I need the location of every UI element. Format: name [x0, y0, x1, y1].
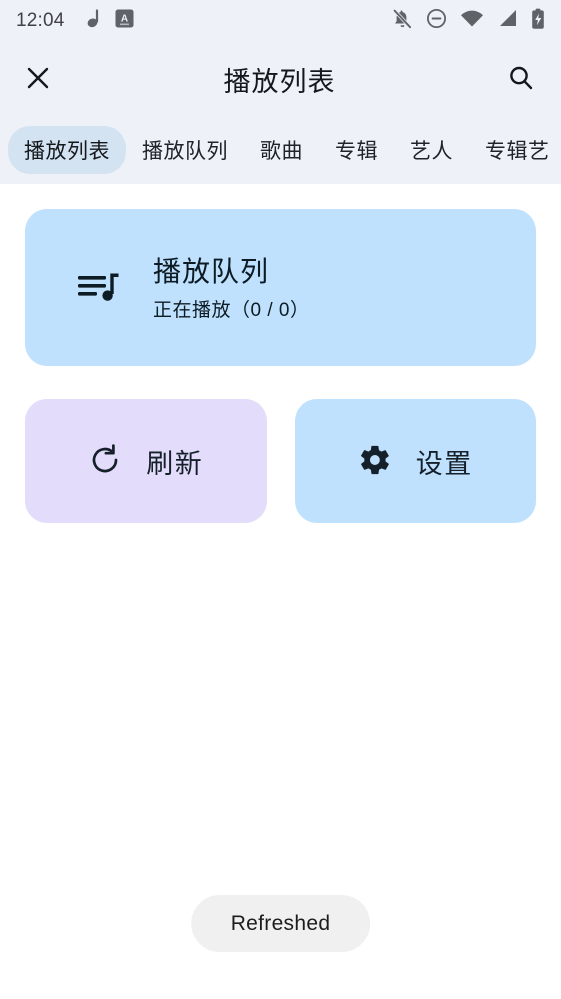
tab-album-artists[interactable]: 专辑艺 [469, 126, 561, 174]
tab-albums[interactable]: 专辑 [319, 126, 394, 174]
queue-card-title: 播放队列 [153, 255, 270, 287]
queue-card-subtitle: 正在播放（0 / 0） [153, 299, 310, 321]
tab-bar[interactable]: 播放列表 播放队列 歌曲 专辑 艺人 专辑艺 [0, 116, 561, 184]
toast: Refreshed [190, 895, 371, 952]
cell-signal-icon [497, 9, 518, 33]
search-icon [506, 63, 536, 96]
svg-text:A: A [120, 14, 127, 25]
app-badge-a-icon: A [115, 9, 134, 33]
queue-card-text: 播放队列 正在播放（0 / 0） [153, 254, 309, 322]
app-root: 12:04 A 播放列表 播放列表 播放队列 歌曲 专辑 艺人 专辑艺 播放队列… [0, 0, 561, 999]
status-right-icons [392, 8, 545, 35]
app-bar: 播放列表 [0, 42, 561, 116]
settings-label: 设置 [415, 448, 473, 479]
tab-songs[interactable]: 歌曲 [244, 126, 319, 174]
close-icon [23, 63, 53, 96]
queue-card[interactable]: 播放队列 正在播放（0 / 0） [25, 209, 536, 366]
status-clock: 12:04 [16, 10, 65, 31]
gear-icon [358, 443, 392, 480]
do-not-disturb-icon [426, 8, 447, 34]
toast-message: Refreshed [230, 911, 331, 935]
tab-queue[interactable]: 播放队列 [126, 126, 244, 174]
status-left-icons: A [83, 8, 134, 34]
close-button[interactable] [10, 51, 66, 107]
tab-artists[interactable]: 艺人 [394, 126, 469, 174]
refresh-button[interactable]: 刷新 [25, 399, 267, 523]
music-note-icon [83, 8, 101, 34]
tab-playlists[interactable]: 播放列表 [8, 126, 126, 174]
battery-charging-icon [531, 8, 545, 35]
refresh-label: 刷新 [146, 448, 204, 479]
wifi-icon [460, 9, 484, 33]
search-button[interactable] [493, 51, 549, 107]
page-title: 播放列表 [223, 66, 336, 97]
content-area: 播放队列 正在播放（0 / 0） 刷新 设置 [0, 184, 561, 999]
refresh-icon [88, 443, 122, 480]
status-bar: 12:04 A [0, 0, 561, 42]
action-row: 刷新 设置 [25, 399, 536, 523]
settings-button[interactable]: 设置 [294, 399, 536, 523]
playlist-music-icon [77, 268, 121, 308]
notifications-off-icon [392, 8, 413, 35]
